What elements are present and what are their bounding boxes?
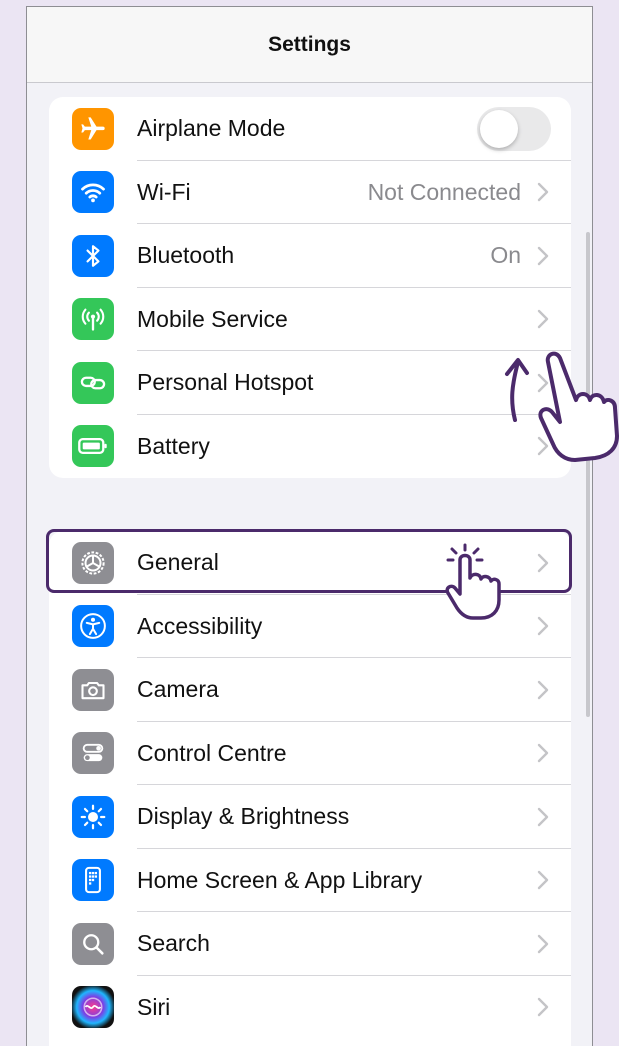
page-title: Settings	[268, 32, 351, 56]
settings-row-airplane-mode[interactable]: Airplane Mode	[49, 97, 571, 161]
row-label: Bluetooth	[137, 242, 235, 269]
row-label: Accessibility	[137, 612, 263, 639]
chevron-right-icon	[537, 934, 549, 953]
row-label: Wi-Fi	[137, 178, 191, 205]
chevron-right-icon	[537, 998, 549, 1017]
siri-icon	[72, 986, 114, 1029]
airplane-icon	[72, 107, 114, 150]
vertical-scrollbar[interactable]	[586, 232, 590, 717]
battery-icon	[72, 425, 114, 468]
settings-row-display-brightness[interactable]: Display & Brightness	[49, 785, 571, 849]
settings-row-bluetooth[interactable]: Bluetooth On	[49, 224, 571, 288]
settings-row-battery[interactable]: Battery	[49, 415, 571, 479]
row-label: Camera	[137, 676, 219, 703]
airplane-mode-toggle[interactable]	[477, 106, 551, 151]
wifi-status: Not Connected	[367, 178, 521, 205]
chevron-right-icon	[537, 617, 549, 636]
row-label: Personal Hotspot	[137, 369, 314, 396]
row-label: Battery	[137, 432, 210, 459]
navigation-bar: Settings	[27, 7, 592, 83]
general-row-highlight	[46, 529, 572, 593]
row-label: Search	[137, 930, 210, 957]
settings-row-wifi[interactable]: Wi-Fi Not Connected	[49, 161, 571, 224]
settings-row-personal-hotspot[interactable]: Personal Hotspot	[49, 351, 571, 415]
search-icon	[72, 922, 114, 965]
row-label: Home Screen & App Library	[137, 866, 423, 893]
settings-row-control-centre[interactable]: Control Centre	[49, 722, 571, 785]
chevron-right-icon	[537, 744, 549, 763]
chevron-right-icon	[537, 183, 549, 202]
settings-screen: Settings Airplane Mode Wi-Fi Not Connect…	[26, 6, 593, 1046]
chevron-right-icon	[537, 246, 549, 265]
settings-row-mobile-service[interactable]: Mobile Service	[49, 288, 571, 351]
bluetooth-status: On	[490, 242, 521, 269]
antenna-icon	[72, 298, 114, 341]
settings-row-search[interactable]: Search	[49, 912, 571, 976]
accessibility-icon	[72, 605, 114, 648]
chevron-right-icon	[537, 807, 549, 826]
row-label: Control Centre	[137, 739, 287, 766]
row-label: Mobile Service	[137, 305, 288, 332]
hotspot-link-icon	[72, 361, 114, 404]
row-label: Siri	[137, 993, 171, 1020]
control-centre-icon	[72, 732, 114, 775]
chevron-right-icon	[537, 373, 549, 392]
row-label: Display & Brightness	[137, 803, 350, 830]
connectivity-group: Airplane Mode Wi-Fi Not Connected Blueto…	[49, 97, 571, 478]
settings-row-home-screen[interactable]: Home Screen & App Library	[49, 849, 571, 912]
chevron-right-icon	[537, 680, 549, 699]
chevron-right-icon	[537, 437, 549, 456]
chevron-right-icon	[537, 871, 549, 890]
chevron-right-icon	[537, 310, 549, 329]
bluetooth-icon	[72, 234, 114, 277]
home-screen-icon	[72, 859, 114, 902]
settings-row-siri[interactable]: Siri	[49, 976, 571, 1040]
camera-icon	[72, 668, 114, 711]
row-label: Airplane Mode	[137, 115, 286, 142]
toggle-knob	[480, 109, 518, 148]
wifi-icon	[72, 171, 114, 214]
settings-row-camera[interactable]: Camera	[49, 658, 571, 722]
sun-icon	[72, 795, 114, 838]
settings-row-accessibility[interactable]: Accessibility	[49, 595, 571, 658]
system-group: General Accessibility Camera Control Cen…	[49, 531, 571, 1046]
